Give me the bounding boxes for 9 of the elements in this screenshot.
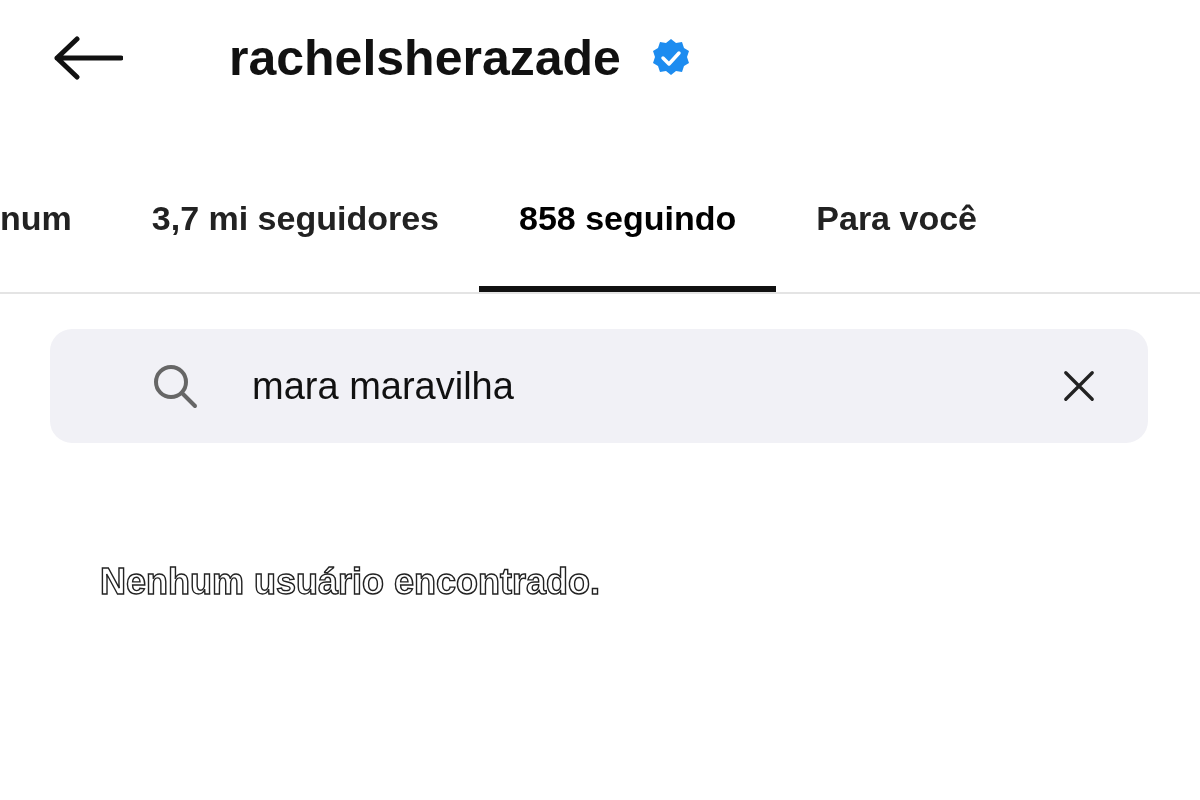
tab[interactable]: num (0, 199, 112, 292)
profile-username: rachelsherazade (229, 29, 621, 87)
tab[interactable]: Para você (776, 199, 1017, 292)
tab[interactable]: 3,7 mi seguidores (111, 199, 479, 292)
clear-icon[interactable] (1062, 369, 1096, 403)
empty-message: Nenhum usuário encontrado. (100, 561, 602, 603)
back-icon[interactable] (53, 36, 123, 80)
search-field[interactable]: mara maravilha (50, 329, 1148, 443)
tab[interactable]: 858 seguindo (479, 199, 777, 292)
